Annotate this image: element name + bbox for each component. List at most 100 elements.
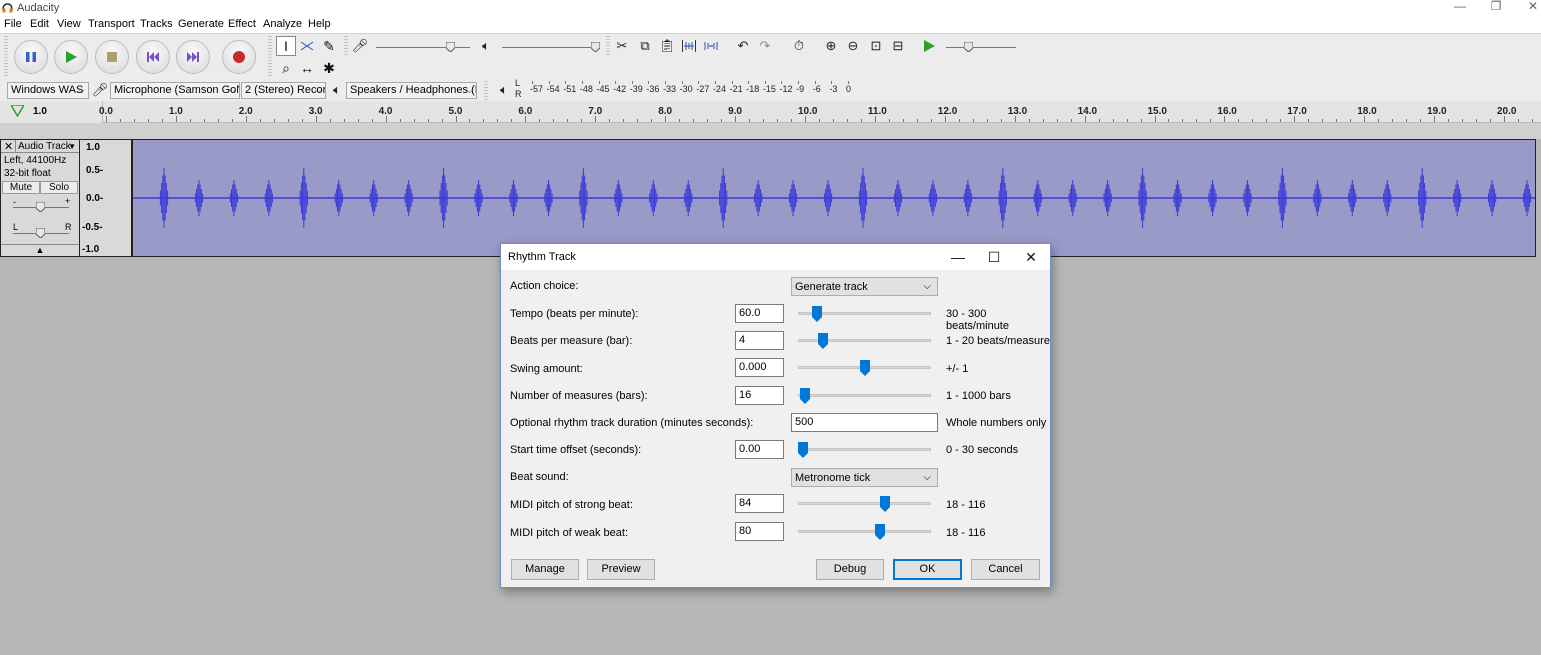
menu-tracks[interactable]: Tracks xyxy=(140,18,173,30)
toolbar-grip[interactable] xyxy=(4,36,8,78)
pause-icon xyxy=(26,52,36,62)
tempo-slider[interactable] xyxy=(798,304,931,323)
selection-tool-icon[interactable]: I xyxy=(276,36,296,56)
play-speed-thumb[interactable] xyxy=(964,42,973,52)
slider-thumb[interactable] xyxy=(817,333,828,349)
close-button[interactable]: ✕ xyxy=(1521,0,1541,14)
mute-button[interactable]: Mute xyxy=(2,181,40,194)
swing-slider[interactable] xyxy=(798,358,931,377)
audio-host-select[interactable]: Windows WAS ⌵ xyxy=(7,82,89,99)
fit-project-icon[interactable]: ⊟ xyxy=(888,36,908,56)
pause-button[interactable] xyxy=(14,40,48,74)
cancel-button[interactable]: Cancel xyxy=(971,559,1040,580)
play-speed-slider[interactable] xyxy=(946,47,1016,48)
slider-thumb[interactable] xyxy=(799,388,810,404)
solo-button[interactable]: Solo xyxy=(40,181,78,194)
zoom-out-icon[interactable]: ⊖ xyxy=(843,36,863,56)
meter-tick xyxy=(548,81,550,84)
slider-thumb[interactable] xyxy=(798,442,808,458)
skip-end-button[interactable] xyxy=(176,40,210,74)
menu-edit[interactable]: Edit xyxy=(30,18,49,30)
zoom-in-icon[interactable]: ⊕ xyxy=(821,36,841,56)
zoom-tool-icon[interactable]: ⌕ xyxy=(276,58,296,78)
recording-device-select[interactable]: Microphone (Samson GoN ⌵ xyxy=(110,82,240,99)
beats-per-measure-input[interactable]: 4 xyxy=(735,331,784,350)
play-button[interactable] xyxy=(54,40,88,74)
dialog-close-button[interactable]: ✕ xyxy=(1019,248,1043,266)
draw-tool-icon[interactable]: ✎ xyxy=(319,36,339,56)
toolbar-grip[interactable] xyxy=(484,81,488,101)
weak-pitch-slider[interactable] xyxy=(798,522,931,541)
fit-selection-icon[interactable]: ⊡ xyxy=(866,36,886,56)
recording-volume-thumb[interactable] xyxy=(446,42,455,52)
redo-icon[interactable]: ↷ xyxy=(755,36,775,56)
sync-lock-icon[interactable]: ⏱︎ xyxy=(789,36,809,56)
recording-volume-slider[interactable] xyxy=(376,47,470,48)
track-close-icon[interactable]: ✕ xyxy=(4,140,13,153)
menu-generate[interactable]: Generate xyxy=(178,18,224,30)
record-button[interactable] xyxy=(222,40,256,74)
slider-thumb[interactable] xyxy=(875,524,886,540)
menu-help[interactable]: Help xyxy=(308,18,331,30)
swing-input[interactable]: 0.000 xyxy=(735,358,784,377)
stop-button[interactable] xyxy=(95,40,129,74)
timeline-ruler[interactable]: 1.0 0.0 1.0 2.0 3.0 4.0 5.0 6.0 7.0 8.0 9.0 10.0 11… xyxy=(0,101,1541,123)
menu-transport[interactable]: Transport xyxy=(88,18,135,30)
timeshift-tool-icon[interactable]: ↔ xyxy=(297,58,317,78)
playback-device-select[interactable]: Speakers / Headphones (R ⌵ xyxy=(346,82,477,99)
action-select[interactable]: Generate track ⌵ xyxy=(791,277,938,296)
duration-input[interactable]: 500 xyxy=(791,413,938,432)
playback-volume-thumb[interactable] xyxy=(591,42,600,52)
slider-thumb[interactable] xyxy=(859,360,870,376)
pan-thumb[interactable] xyxy=(36,228,45,238)
dialog-minimize-button[interactable]: — xyxy=(946,248,970,266)
toolbar-grip[interactable] xyxy=(606,36,610,56)
waveform-area[interactable] xyxy=(132,139,1536,257)
slider-thumb[interactable] xyxy=(811,306,822,322)
paste-icon[interactable]: 📋︎ xyxy=(657,36,677,56)
undo-icon[interactable]: ↶ xyxy=(733,36,753,56)
menu-effect[interactable]: Effect xyxy=(228,18,256,30)
strong-pitch-input[interactable]: 84 xyxy=(735,494,784,513)
minimize-button[interactable]: — xyxy=(1448,0,1472,14)
ruler-tick xyxy=(581,119,583,122)
menu-view[interactable]: View xyxy=(57,18,81,30)
channels-select[interactable]: 2 (Stereo) Recor ⌵ xyxy=(241,82,326,99)
playback-meter[interactable]: -57 -54 -51 -48 -45 -42 -39 -36 -33 -30 -27 -24 -21-… xyxy=(520,81,851,99)
dialog-maximize-button[interactable]: ☐ xyxy=(982,248,1006,266)
multi-tool-icon[interactable]: ✱ xyxy=(319,58,339,78)
strong-pitch-slider[interactable] xyxy=(798,494,931,513)
play-at-speed-icon[interactable] xyxy=(919,36,939,56)
slider-thumb[interactable] xyxy=(880,496,891,512)
preview-button[interactable]: Preview xyxy=(587,559,655,580)
trim-icon[interactable] xyxy=(679,36,699,56)
track-name-menu[interactable]: Audio Track ▼ xyxy=(15,140,79,153)
vertical-ruler[interactable]: 1.0 0.5- 0.0- -0.5- -1.0 xyxy=(80,139,132,257)
menu-analyze[interactable]: Analyze xyxy=(263,18,302,30)
offset-slider[interactable] xyxy=(798,440,931,459)
gain-thumb[interactable] xyxy=(36,202,45,212)
ruler-tick xyxy=(679,119,681,122)
skip-start-button[interactable] xyxy=(136,40,170,74)
beats-per-measure-slider[interactable] xyxy=(798,331,931,350)
measures-input[interactable]: 16 xyxy=(735,386,784,405)
offset-input[interactable]: 0.00 xyxy=(735,440,784,459)
tempo-input[interactable]: 60.0 xyxy=(735,304,784,323)
menu-file[interactable]: File xyxy=(4,18,22,30)
envelope-tool-icon[interactable] xyxy=(297,36,317,56)
silence-icon[interactable] xyxy=(701,36,721,56)
weak-pitch-input[interactable]: 80 xyxy=(735,522,784,541)
restore-button[interactable]: ❐ xyxy=(1484,0,1508,14)
toolbar-grip[interactable] xyxy=(344,36,348,56)
copy-icon[interactable]: ⧉ xyxy=(635,36,655,56)
playback-meter-icon[interactable]: 🔈︎ xyxy=(494,80,514,100)
ok-button[interactable]: OK xyxy=(893,559,962,580)
manage-button[interactable]: Manage xyxy=(511,559,579,580)
collapse-track-button[interactable]: ▲ xyxy=(1,244,79,256)
beat-sound-select[interactable]: Metronome tick ⌵ xyxy=(791,468,938,487)
measures-slider[interactable] xyxy=(798,386,931,405)
cut-icon[interactable]: ✂ xyxy=(612,36,632,56)
playback-volume-slider[interactable] xyxy=(502,47,598,48)
debug-button[interactable]: Debug xyxy=(816,559,884,580)
toolbar-grip[interactable] xyxy=(268,36,272,78)
